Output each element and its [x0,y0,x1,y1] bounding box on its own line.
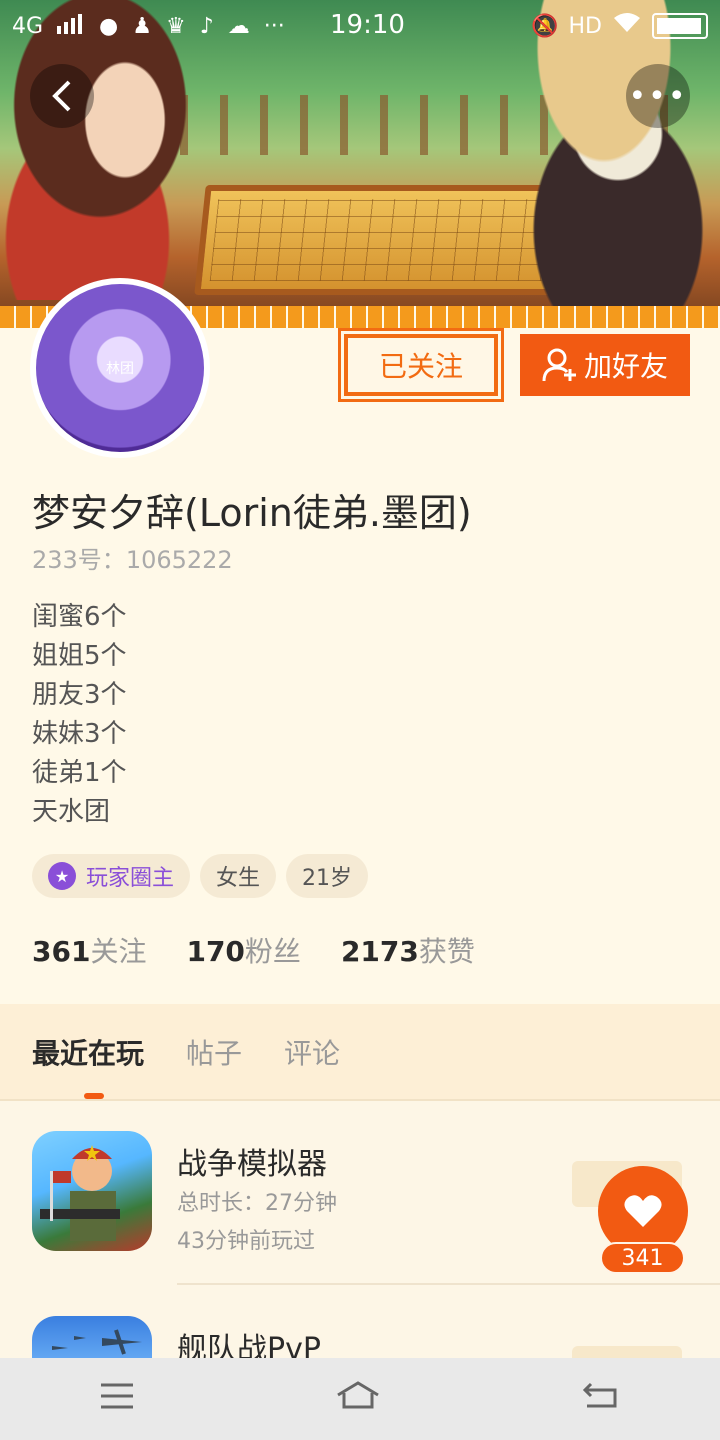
battery-icon [652,13,708,39]
user-id: 233号：1065222 [32,540,233,575]
list-item[interactable]: 舰队战PvP [32,1286,692,1358]
bio-line: 姐姐5个 [32,641,127,671]
tag-age: 21岁 [286,854,369,898]
more-button[interactable]: ••• [626,64,690,128]
profile-tags: ★ 玩家圈主 女生 21岁 [32,854,369,898]
wifi-icon [612,12,642,40]
cloud-icon: ☁ [227,13,250,39]
list-item[interactable]: 战争模拟器 总时长：27分钟 43分钟前玩过 [32,1101,720,1285]
stat-value: 361 [32,935,91,968]
clock: 19:10 [330,10,405,40]
game-title: 舰队战PvP [177,1332,321,1358]
following-button[interactable]: 已关注 [344,334,498,396]
like-count: 341 [600,1242,685,1274]
app-notification-icon: ● [99,13,119,39]
back-arrow-icon[interactable] [581,1379,621,1419]
avatar-watermark: 林团 [106,361,134,377]
game-duration: 总时长：27分钟 [177,1191,337,1216]
menu-icon[interactable] [99,1379,135,1419]
network-type: 4G [12,13,44,39]
star-badge-icon: ★ [48,862,76,890]
chevron-left-icon [52,80,71,112]
qq-icon: ♟ [132,13,152,39]
tag-label: 21岁 [302,866,353,891]
avatar[interactable]: 林团 [30,278,210,458]
nickname: 梦安夕辞(Lorin徒弟.墨团) [32,491,472,535]
tag-circle-owner[interactable]: ★ 玩家圈主 [32,854,191,898]
music-icon: ♪ [199,13,214,39]
hd-indicator: HD [568,13,602,39]
bio-line: 闺蜜6个 [32,602,127,632]
game-open-chip[interactable] [572,1346,682,1358]
following-label: 已关注 [378,350,463,383]
tab-posts[interactable]: 帖子 [186,1032,242,1072]
bio: 闺蜜6个 姐姐5个 朋友3个 妹妹3个 徒弟1个 天水团 [32,598,127,832]
stat-followers[interactable]: 170粉丝 [186,930,300,970]
add-friend-label: 加好友 [583,350,668,383]
add-user-icon [542,348,576,382]
stat-value: 2173 [340,935,419,968]
back-button[interactable] [30,64,94,128]
crown-icon: ♛ [165,13,186,39]
user-id-value: 1065222 [125,546,233,574]
bio-line: 徒弟1个 [32,758,127,788]
bio-line: 妹妹3个 [32,719,127,749]
stat-following[interactable]: 361关注 [32,930,146,970]
tabs: 最近在玩 帖子 评论 [32,1032,340,1072]
avatar-image: 林团 [36,284,204,452]
signal-icon [57,12,85,40]
more-notifications: ··· [263,13,285,39]
game-icon [32,1316,152,1358]
system-nav-bar [0,1358,720,1440]
stat-label: 关注 [90,935,147,968]
tag-label: 女生 [216,866,261,891]
stat-label: 粉丝 [244,935,301,968]
home-icon[interactable] [334,1379,382,1420]
tab-comments[interactable]: 评论 [284,1032,340,1072]
bio-line: 朋友3个 [32,680,127,710]
divider [177,1283,720,1285]
bio-line: 天水团 [32,797,111,827]
tag-gender: 女生 [200,854,277,898]
mute-icon: 🔕 [531,13,559,39]
status-bar: 4G ● ♟ ♛ ♪ ☁ ··· 19:10 🔕 HD [0,0,720,52]
stat-likes[interactable]: 2173获赞 [341,930,475,970]
game-last-played: 43分钟前玩过 [177,1229,315,1254]
stat-label: 获赞 [418,935,475,968]
profile-stats: 361关注 170粉丝 2173获赞 [32,930,475,970]
stat-value: 170 [186,935,245,968]
game-title: 战争模拟器 [177,1147,327,1182]
user-id-label: 233号： [32,546,126,574]
tag-label: 玩家圈主 [86,866,175,891]
tab-recently-played[interactable]: 最近在玩 [32,1032,144,1072]
game-icon [32,1131,152,1251]
add-friend-button[interactable]: 加好友 [520,334,690,396]
more-dots-icon: ••• [628,78,688,114]
heart-icon [624,1195,662,1227]
